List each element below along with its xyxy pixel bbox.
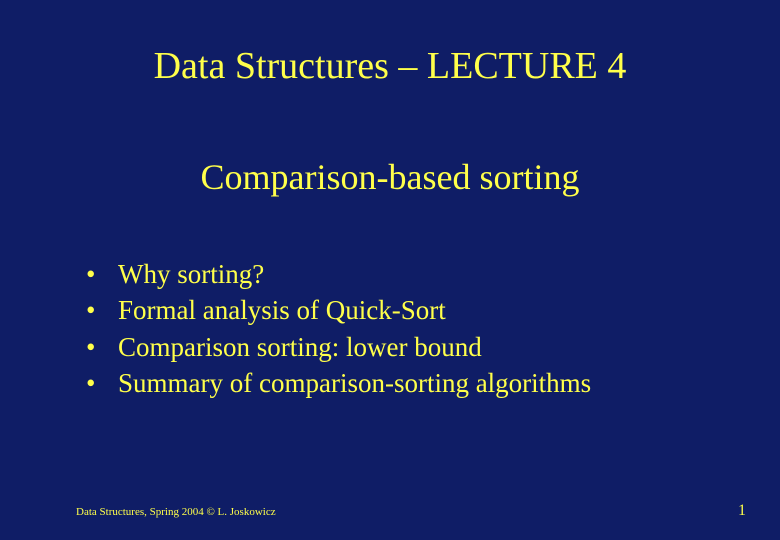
bullet-text: Why sorting? bbox=[118, 256, 264, 292]
list-item: • Summary of comparison-sorting algorith… bbox=[86, 365, 704, 401]
slide-title: Data Structures – LECTURE 4 bbox=[76, 44, 704, 88]
footer-text: Data Structures, Spring 2004 © L. Joskow… bbox=[76, 506, 276, 518]
slide: Data Structures – LECTURE 4 Comparison-b… bbox=[0, 0, 780, 540]
page-number: 1 bbox=[738, 502, 746, 520]
bullet-icon: • bbox=[86, 292, 118, 328]
bullet-icon: • bbox=[86, 329, 118, 365]
bullet-icon: • bbox=[86, 365, 118, 401]
list-item: • Comparison sorting: lower bound bbox=[86, 329, 704, 365]
bullet-list: • Why sorting? • Formal analysis of Quic… bbox=[76, 256, 704, 402]
bullet-text: Formal analysis of Quick-Sort bbox=[118, 292, 446, 328]
slide-subtitle: Comparison-based sorting bbox=[76, 156, 704, 198]
bullet-text: Summary of comparison-sorting algorithms bbox=[118, 365, 591, 401]
list-item: • Why sorting? bbox=[86, 256, 704, 292]
bullet-text: Comparison sorting: lower bound bbox=[118, 329, 482, 365]
bullet-icon: • bbox=[86, 256, 118, 292]
list-item: • Formal analysis of Quick-Sort bbox=[86, 292, 704, 328]
